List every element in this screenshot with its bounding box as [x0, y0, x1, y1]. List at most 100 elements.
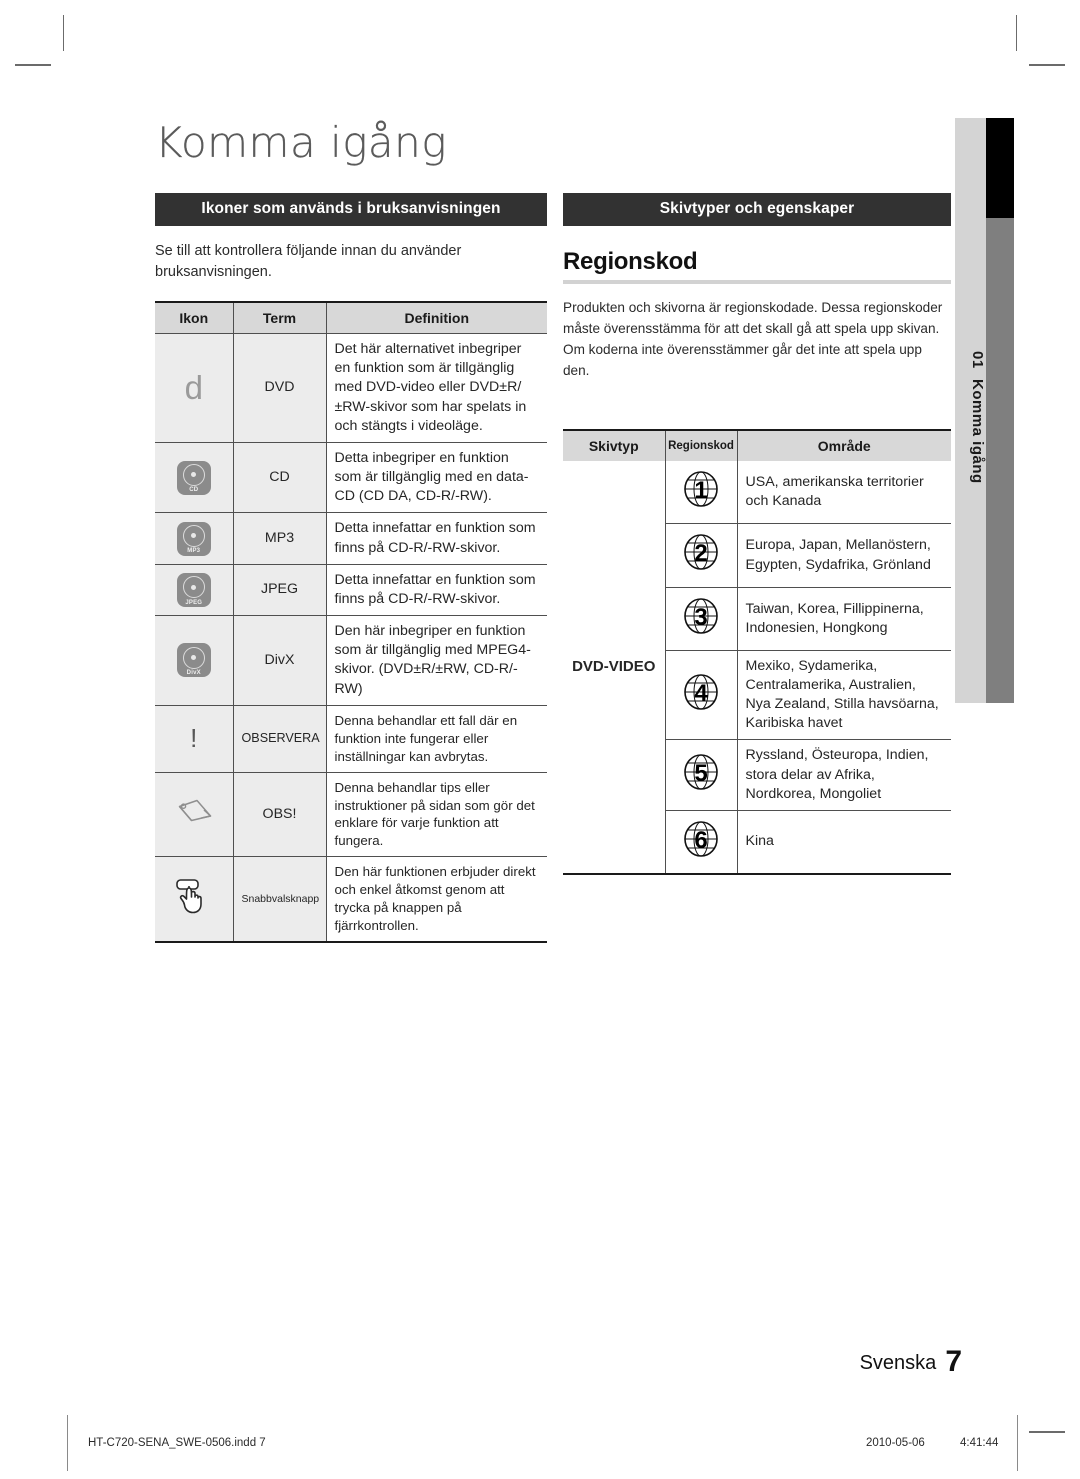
cd-disc-icon: CD: [176, 460, 211, 495]
region-area-cell: Taiwan, Korea, Fillippinerna, Indonesien…: [737, 586, 951, 651]
region-area-cell: Europa, Japan, Mellanöstern, Egypten, Sy…: [737, 523, 951, 588]
column-header-definition: Definition: [326, 302, 547, 334]
tile-label: CD: [189, 487, 199, 494]
definition-cell: Den här funktionen erbjuder direkt och e…: [326, 856, 547, 943]
region-code-table: Skivtyp Regionskod Område DVD-VIDEO 1 US…: [563, 429, 951, 875]
definition-cell: Detta inbegriper en funktion som är till…: [326, 441, 547, 513]
footer-language: Svenska: [859, 1352, 937, 1374]
section-banner-disc-types: Skivtyper och egenskaper: [563, 193, 951, 226]
subheading-regionskod: Regionskod: [563, 248, 698, 275]
definition-cell: Den här inbegriper en funktion som är ti…: [326, 615, 547, 706]
disc-glyph: [182, 524, 205, 547]
page-number: 7: [945, 1345, 962, 1378]
print-file-name: HT-C720-SENA_SWE-0506.indd 7: [88, 1437, 266, 1449]
disc-glyph: [182, 576, 205, 599]
term-cell: OBS!: [233, 771, 327, 857]
jpeg-disc-icon: JPEG: [176, 572, 211, 607]
svg-text:5: 5: [694, 760, 707, 787]
table-row: Snabbvalsknapp Den här funktionen erbjud…: [155, 856, 547, 943]
table-row: CD CD Detta inbegriper en funktion som ä…: [155, 441, 547, 513]
term-cell: DivX: [233, 615, 327, 706]
exclamation-icon: !: [190, 722, 198, 753]
divx-disc-icon: DivX: [176, 643, 211, 678]
definition-cell: Det här alternativet inbegriper en funkt…: [326, 333, 547, 443]
icon-cell: MP3: [155, 512, 234, 565]
globe-4-icon: 4: [678, 672, 724, 718]
region-code-cell: 4: [665, 649, 738, 740]
term-cell: JPEG: [233, 563, 327, 616]
regionskod-paragraph: Produkten och skivorna är regionskodade.…: [563, 300, 943, 379]
term-cell: MP3: [233, 512, 327, 565]
term-cell: DVD: [233, 333, 327, 443]
manual-page: Komma igång Ikoner som används i bruksan…: [0, 0, 1080, 1479]
region-code-cell: 2: [665, 523, 738, 588]
pencil-icon: [174, 798, 214, 830]
definition-cell: Denna behandlar tips eller instruktioner…: [326, 771, 547, 857]
table-row: MP3 MP3 Detta innefattar en funktion som…: [155, 512, 547, 565]
icon-legend-table: Ikon Term Definition d DVD Det här alter…: [155, 301, 547, 943]
footer-rule-left: [67, 1415, 68, 1471]
footer-rule-right: [1017, 1415, 1018, 1471]
disc-glyph: [182, 646, 205, 669]
mp3-disc-icon: MP3: [176, 521, 211, 556]
crop-mark-top-right-vertical: [1016, 15, 1017, 51]
tile-label: JPEG: [185, 599, 203, 606]
region-code-cell: 6: [665, 809, 738, 875]
section-banner-icons: Ikoner som används i bruksanvisningen: [155, 193, 547, 226]
crop-mark-bottom-right-horizontal: [1029, 1431, 1065, 1433]
svg-text:4: 4: [694, 680, 708, 707]
icon-cell: [155, 771, 234, 857]
right-column: Skivtyper och egenskaper Regionskod Prod…: [563, 193, 951, 875]
region-code-cell: 3: [665, 586, 738, 651]
column-header-regionskod: Regionskod: [665, 430, 738, 462]
table-row: d DVD Det här alternativet inbegriper en…: [155, 333, 547, 443]
definition-cell: Detta innefattar en funktion som finns p…: [326, 563, 547, 616]
icon-cell: !: [155, 704, 234, 773]
tile-label: DivX: [186, 670, 201, 677]
hand-press-button-icon: [173, 877, 215, 921]
svg-text:1: 1: [694, 477, 707, 504]
column-header-skivtyp: Skivtyp: [563, 430, 666, 462]
svg-text:2: 2: [694, 540, 707, 567]
column-header-omrade: Område: [737, 430, 951, 462]
subheading-rule: [563, 280, 951, 284]
globe-1-icon: 1: [678, 469, 724, 515]
print-date: 2010-05-06: [866, 1437, 925, 1449]
print-time: 4:41:44: [960, 1437, 999, 1449]
term-cell: CD: [233, 441, 327, 513]
page-footer: Svenska 7: [860, 1345, 962, 1379]
disc-glyph: [182, 463, 205, 486]
chapter-tab: 01 Komma igång: [955, 118, 986, 703]
crop-mark-top-left-horizontal: [15, 64, 51, 66]
definition-cell: Detta innefattar en funktion som finns p…: [326, 512, 547, 565]
column-header-ikon: Ikon: [155, 302, 234, 334]
region-area-cell: Kina: [737, 809, 951, 875]
page-title: Komma igång: [155, 118, 447, 167]
disc-type-cell: DVD-VIDEO: [563, 461, 666, 875]
region-code-cell: 5: [665, 739, 738, 811]
chapter-tab-ink-bar-top: [986, 118, 1014, 218]
dvd-d-icon: d: [184, 368, 203, 406]
icon-cell: JPEG: [155, 563, 234, 616]
definition-cell: Denna behandlar ett fall där en funktion…: [326, 704, 547, 773]
left-column: Ikoner som används i bruksanvisningen Se…: [155, 193, 547, 943]
region-area-cell: USA, amerikanska territorier och Kanada: [745, 474, 924, 510]
intro-paragraph: Se till att kontrollera följande innan d…: [155, 243, 462, 281]
table-header-row: Skivtyp Regionskod Område: [563, 430, 951, 462]
crop-mark-top-left-vertical: [63, 15, 64, 51]
tile-label: MP3: [187, 548, 201, 555]
svg-text:6: 6: [694, 827, 707, 854]
table-row: OBS! Denna behandlar tips eller instrukt…: [155, 771, 547, 857]
svg-text:3: 3: [694, 604, 707, 631]
chapter-tab-number: 01: [969, 351, 986, 369]
term-cell: OBSERVERA: [233, 704, 327, 773]
globe-6-icon: 6: [678, 819, 724, 865]
table-row: ! OBSERVERA Denna behandlar ett fall där…: [155, 704, 547, 773]
chapter-tab-label: Komma igång: [969, 379, 986, 484]
globe-5-icon: 5: [678, 752, 724, 798]
table-row: DVD-VIDEO 1 USA, amerikanska territorier…: [563, 461, 951, 875]
icon-cell: [155, 856, 234, 943]
crop-mark-top-right-horizontal: [1029, 64, 1065, 66]
term-cell: Snabbvalsknapp: [233, 856, 327, 943]
table-header-row: Ikon Term Definition: [155, 302, 547, 334]
